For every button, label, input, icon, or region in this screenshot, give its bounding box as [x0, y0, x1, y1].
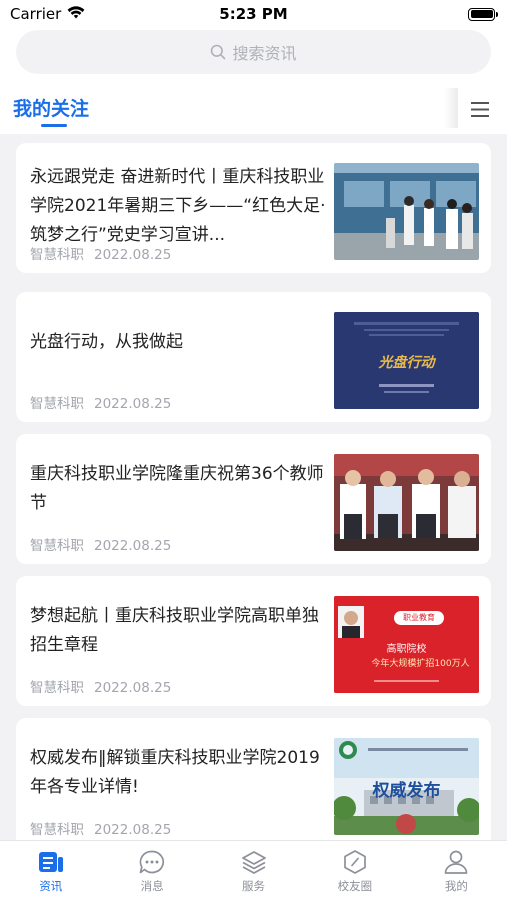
search-placeholder: 搜索资讯	[232, 44, 297, 63]
news-meta: 智慧科职 2022.08.25	[30, 534, 171, 554]
news-date: 2022.08.25	[94, 822, 172, 838]
news-title: 永远跟党走 奋进新时代丨重庆科技职业学院2021年暑期三下乡——“红色大足·筑梦…	[30, 167, 326, 245]
thumbnail-caption: 权威发布	[372, 781, 441, 801]
search-icon	[210, 44, 226, 60]
tab-scroll-shadow	[444, 88, 458, 128]
carrier-label: Carrier	[10, 5, 62, 23]
tab-my-follow[interactable]: 我的关注	[13, 94, 89, 121]
menu-icon	[471, 101, 489, 117]
wifi-icon	[67, 5, 85, 23]
menu-button[interactable]	[460, 92, 500, 126]
news-card[interactable]: 重庆科技职业学院隆重庆祝第36个教师节 智慧科职 2022.08.25	[16, 434, 491, 564]
news-date: 2022.08.25	[94, 538, 172, 554]
news-date: 2022.08.25	[94, 247, 172, 263]
news-thumbnail: 权威发布	[334, 738, 479, 835]
thumbnail-caption: 光盘行动	[378, 355, 435, 371]
news-card[interactable]: 权威发布‖解锁重庆科技职业学院2019年各专业详情! 智慧科职 2022.08.2…	[16, 718, 491, 840]
news-source: 智慧科职	[30, 247, 84, 263]
bottom-tab-bar: 资讯 消息 服务 校友圈 我的	[0, 840, 507, 900]
news-source: 智慧科职	[30, 396, 84, 412]
tab-services-label: 服务	[242, 879, 266, 893]
news-card[interactable]: 永远跟党走 奋进新时代丨重庆科技职业学院2021年暑期三下乡——“红色大足·筑梦…	[16, 143, 491, 273]
news-title: 光盘行动，从我做起	[30, 332, 183, 352]
thumbnail-line-1: 高职院校	[386, 644, 427, 655]
tab-services[interactable]: 服务	[203, 841, 304, 900]
tab-news[interactable]: 资讯	[0, 841, 101, 900]
news-feed: 永远跟党走 奋进新时代丨重庆科技职业学院2021年暑期三下乡——“红色大足·筑梦…	[0, 134, 507, 840]
news-source: 智慧科职	[30, 538, 84, 554]
tab-indicator	[41, 124, 67, 127]
tabs-row: 我的关注	[0, 86, 507, 134]
news-source: 智慧科职	[30, 822, 84, 838]
battery-icon	[468, 7, 498, 21]
news-icon	[38, 852, 63, 872]
compass-icon	[344, 850, 366, 874]
news-thumbnail	[334, 163, 479, 260]
tab-profile[interactable]: 我的	[406, 841, 507, 900]
news-title: 权威发布‖解锁重庆科技职业学院2019年各专业详情!	[30, 748, 320, 797]
tab-alumni-label: 校友圈	[337, 879, 373, 893]
status-bar: Carrier 5:23 PM	[0, 0, 507, 28]
search-input[interactable]: 搜索资讯	[16, 30, 491, 74]
news-title: 重庆科技职业学院隆重庆祝第36个教师节	[30, 464, 324, 513]
news-card[interactable]: 梦想起航丨重庆科技职业学院高职单独招生章程 智慧科职 2022.08.25 职业教…	[16, 576, 491, 706]
news-date: 2022.08.25	[94, 680, 172, 696]
person-icon	[444, 850, 468, 874]
tab-messages-label: 消息	[140, 879, 164, 893]
news-meta: 智慧科职 2022.08.25	[30, 818, 171, 838]
news-meta: 智慧科职 2022.08.25	[30, 676, 171, 696]
news-date: 2022.08.25	[94, 396, 172, 412]
tab-alumni[interactable]: 校友圈	[304, 841, 405, 900]
status-left: Carrier	[10, 5, 85, 23]
message-icon	[139, 850, 165, 874]
news-source: 智慧科职	[30, 680, 84, 696]
news-card[interactable]: 光盘行动，从我做起 智慧科职 2022.08.25 光盘行动	[16, 292, 491, 422]
news-meta: 智慧科职 2022.08.25	[30, 243, 171, 263]
news-meta: 智慧科职 2022.08.25	[30, 392, 171, 412]
tab-messages[interactable]: 消息	[101, 841, 202, 900]
thumbnail-line-2: 今年大规模扩招100万人	[371, 659, 470, 669]
tab-profile-label: 我的	[444, 879, 468, 893]
news-thumbnail	[334, 454, 479, 551]
news-title: 梦想起航丨重庆科技职业学院高职单独招生章程	[30, 606, 319, 655]
layers-icon	[241, 851, 266, 874]
thumbnail-tag: 职业教育	[403, 613, 435, 622]
news-thumbnail: 职业教育 高职院校 今年大规模扩招100万人	[334, 596, 479, 693]
tab-news-label: 资讯	[39, 879, 63, 893]
header: 搜索资讯 我的关注	[0, 28, 507, 134]
news-thumbnail: 光盘行动	[334, 312, 479, 409]
